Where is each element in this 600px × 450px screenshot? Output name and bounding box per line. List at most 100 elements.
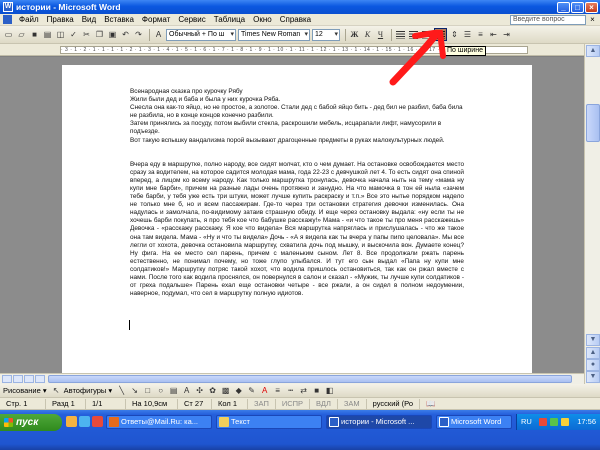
align-left-icon[interactable] [395, 29, 406, 40]
font-size-select[interactable]: 12 [312, 28, 340, 41]
undo-icon[interactable]: ↶ [120, 29, 131, 40]
align-right-icon[interactable] [421, 29, 432, 40]
oval-icon[interactable]: ○ [155, 385, 166, 396]
paste-icon[interactable]: ▣ [107, 29, 118, 40]
line-icon[interactable]: ╲ [116, 385, 127, 396]
wordart-icon[interactable]: A [181, 385, 192, 396]
quicklaunch-icon[interactable] [79, 416, 90, 427]
status-ispr[interactable]: ИСПР [276, 398, 311, 409]
menu-format[interactable]: Формат [138, 15, 174, 24]
language-indicator[interactable]: RU [521, 414, 532, 430]
font-select[interactable]: Times New Roman [238, 28, 310, 41]
quicklaunch-icon[interactable] [66, 416, 77, 427]
textbox-icon[interactable]: ▤ [168, 385, 179, 396]
rectangle-icon[interactable]: □ [142, 385, 153, 396]
horizontal-scroll-thumb[interactable] [48, 375, 572, 383]
decrease-indent-icon[interactable]: ⇤ [488, 29, 499, 40]
3d-icon[interactable]: ◧ [324, 385, 335, 396]
shadow-icon[interactable]: ■ [311, 385, 322, 396]
open-folder-icon[interactable]: ▱ [16, 29, 27, 40]
redo-icon[interactable]: ↷ [133, 29, 144, 40]
print-icon[interactable]: ▤ [42, 29, 53, 40]
bullets-icon[interactable]: ≡ [475, 29, 486, 40]
picture-icon[interactable]: ▩ [220, 385, 231, 396]
fill-color-icon[interactable]: ◆ [233, 385, 244, 396]
line-style-icon[interactable]: ≡ [272, 385, 283, 396]
increase-indent-icon[interactable]: ⇥ [501, 29, 512, 40]
draw-menu-button[interactable]: Рисование ▾ [3, 386, 47, 395]
spelling-status-icon[interactable]: 📖 [420, 399, 441, 409]
menu-edit[interactable]: Правка [43, 15, 78, 24]
quicklaunch-icon[interactable] [92, 416, 103, 427]
minimize-button[interactable]: _ [557, 1, 570, 13]
status-rec[interactable]: ЗАП [248, 398, 276, 409]
print-view-icon[interactable] [24, 375, 34, 383]
status-vdl[interactable]: ВДЛ [310, 398, 338, 409]
scroll-thumb[interactable] [586, 104, 600, 142]
intro-line: Жили были дед и баба и была у них курочк… [130, 96, 281, 104]
bold-button[interactable]: Ж [349, 29, 360, 40]
browse-object-button[interactable]: ● [586, 359, 600, 371]
menu-tools[interactable]: Сервис [174, 15, 209, 24]
spelling-icon[interactable]: ✓ [68, 29, 79, 40]
autoshapes-button[interactable]: Автофигуры ▾ [64, 386, 113, 395]
document-close-icon[interactable]: × [588, 15, 597, 24]
tray-icon[interactable] [550, 418, 558, 426]
word-app-icon[interactable]: W [3, 2, 13, 12]
scroll-up-button[interactable]: ▲ [586, 45, 600, 57]
style-select[interactable]: Обычный + По ш [166, 28, 236, 41]
taskbar-item-word[interactable]: Microsoft Word [436, 415, 512, 429]
cut-icon[interactable]: ✂ [81, 29, 92, 40]
clipart-icon[interactable]: ✿ [207, 385, 218, 396]
document-text[interactable]: Всенародная сказка про курочку Рябу Жили… [130, 88, 464, 298]
document-area[interactable]: Всенародная сказка про курочку Рябу Жили… [0, 57, 584, 373]
vertical-scrollbar[interactable]: ▲ ▼ ▲ ● ▼ [584, 44, 600, 384]
save-icon[interactable]: ■ [29, 29, 40, 40]
select-objects-icon[interactable]: ↖ [51, 385, 62, 396]
numbering-icon[interactable]: ☰ [462, 29, 473, 40]
dash-style-icon[interactable]: ┅ [285, 385, 296, 396]
copy-icon[interactable]: ❐ [94, 29, 105, 40]
menu-help[interactable]: Справка [276, 15, 315, 24]
maximize-button[interactable]: □ [571, 1, 584, 13]
taskbar-item-browser[interactable]: Ответы@Mail.Ru: ка... [106, 415, 212, 429]
underline-button[interactable]: Ч [375, 29, 386, 40]
arrow-icon[interactable]: ↘ [129, 385, 140, 396]
tray-icon[interactable] [561, 418, 569, 426]
menu-table[interactable]: Таблица [210, 15, 249, 24]
document-icon[interactable] [3, 15, 12, 24]
help-search-input[interactable]: Введите вопрос [510, 15, 586, 25]
taskbar-item-folder[interactable]: Текст [216, 415, 322, 429]
close-button[interactable]: × [585, 1, 598, 13]
horizontal-scrollbar[interactable] [0, 373, 584, 384]
line-spacing-icon[interactable]: ⇕ [449, 29, 460, 40]
menu-file[interactable]: Файл [15, 15, 43, 24]
diagram-icon[interactable]: ✣ [194, 385, 205, 396]
status-zam[interactable]: ЗАМ [338, 398, 367, 409]
next-page-button[interactable]: ▼ [586, 371, 600, 383]
start-button[interactable]: пуск [0, 414, 62, 431]
styles-pane-icon[interactable]: A [153, 29, 164, 40]
document-page[interactable]: Всенародная сказка про курочку Рябу Жили… [62, 65, 532, 373]
scroll-down-button[interactable]: ▼ [586, 334, 600, 346]
preview-icon[interactable]: ◫ [55, 29, 66, 40]
menu-insert[interactable]: Вставка [100, 15, 138, 24]
prev-page-button[interactable]: ▲ [586, 347, 600, 359]
align-justify-button[interactable] [434, 28, 447, 41]
outline-view-icon[interactable] [35, 375, 45, 383]
line-color-icon[interactable]: ✎ [246, 385, 257, 396]
italic-button[interactable]: К [362, 29, 373, 40]
menu-window[interactable]: Окно [249, 15, 276, 24]
taskbar-item-word-active[interactable]: истории - Microsoft ... [326, 415, 432, 429]
web-view-icon[interactable] [13, 375, 23, 383]
arrow-style-icon[interactable]: ⇄ [298, 385, 309, 396]
horizontal-ruler[interactable]: · 3 · 1 · 2 · 1 · 1 · 1 · 1 · 2 · 1 · 3 … [0, 44, 584, 56]
normal-view-icon[interactable] [2, 375, 12, 383]
new-document-icon[interactable]: ▭ [3, 29, 14, 40]
align-center-icon[interactable] [408, 29, 419, 40]
font-color-icon[interactable]: A [259, 385, 270, 396]
tray-icon[interactable] [539, 418, 547, 426]
clock[interactable]: 17:56 [577, 414, 596, 430]
status-page: Стр. 1 [0, 398, 46, 409]
menu-view[interactable]: Вид [78, 15, 100, 24]
